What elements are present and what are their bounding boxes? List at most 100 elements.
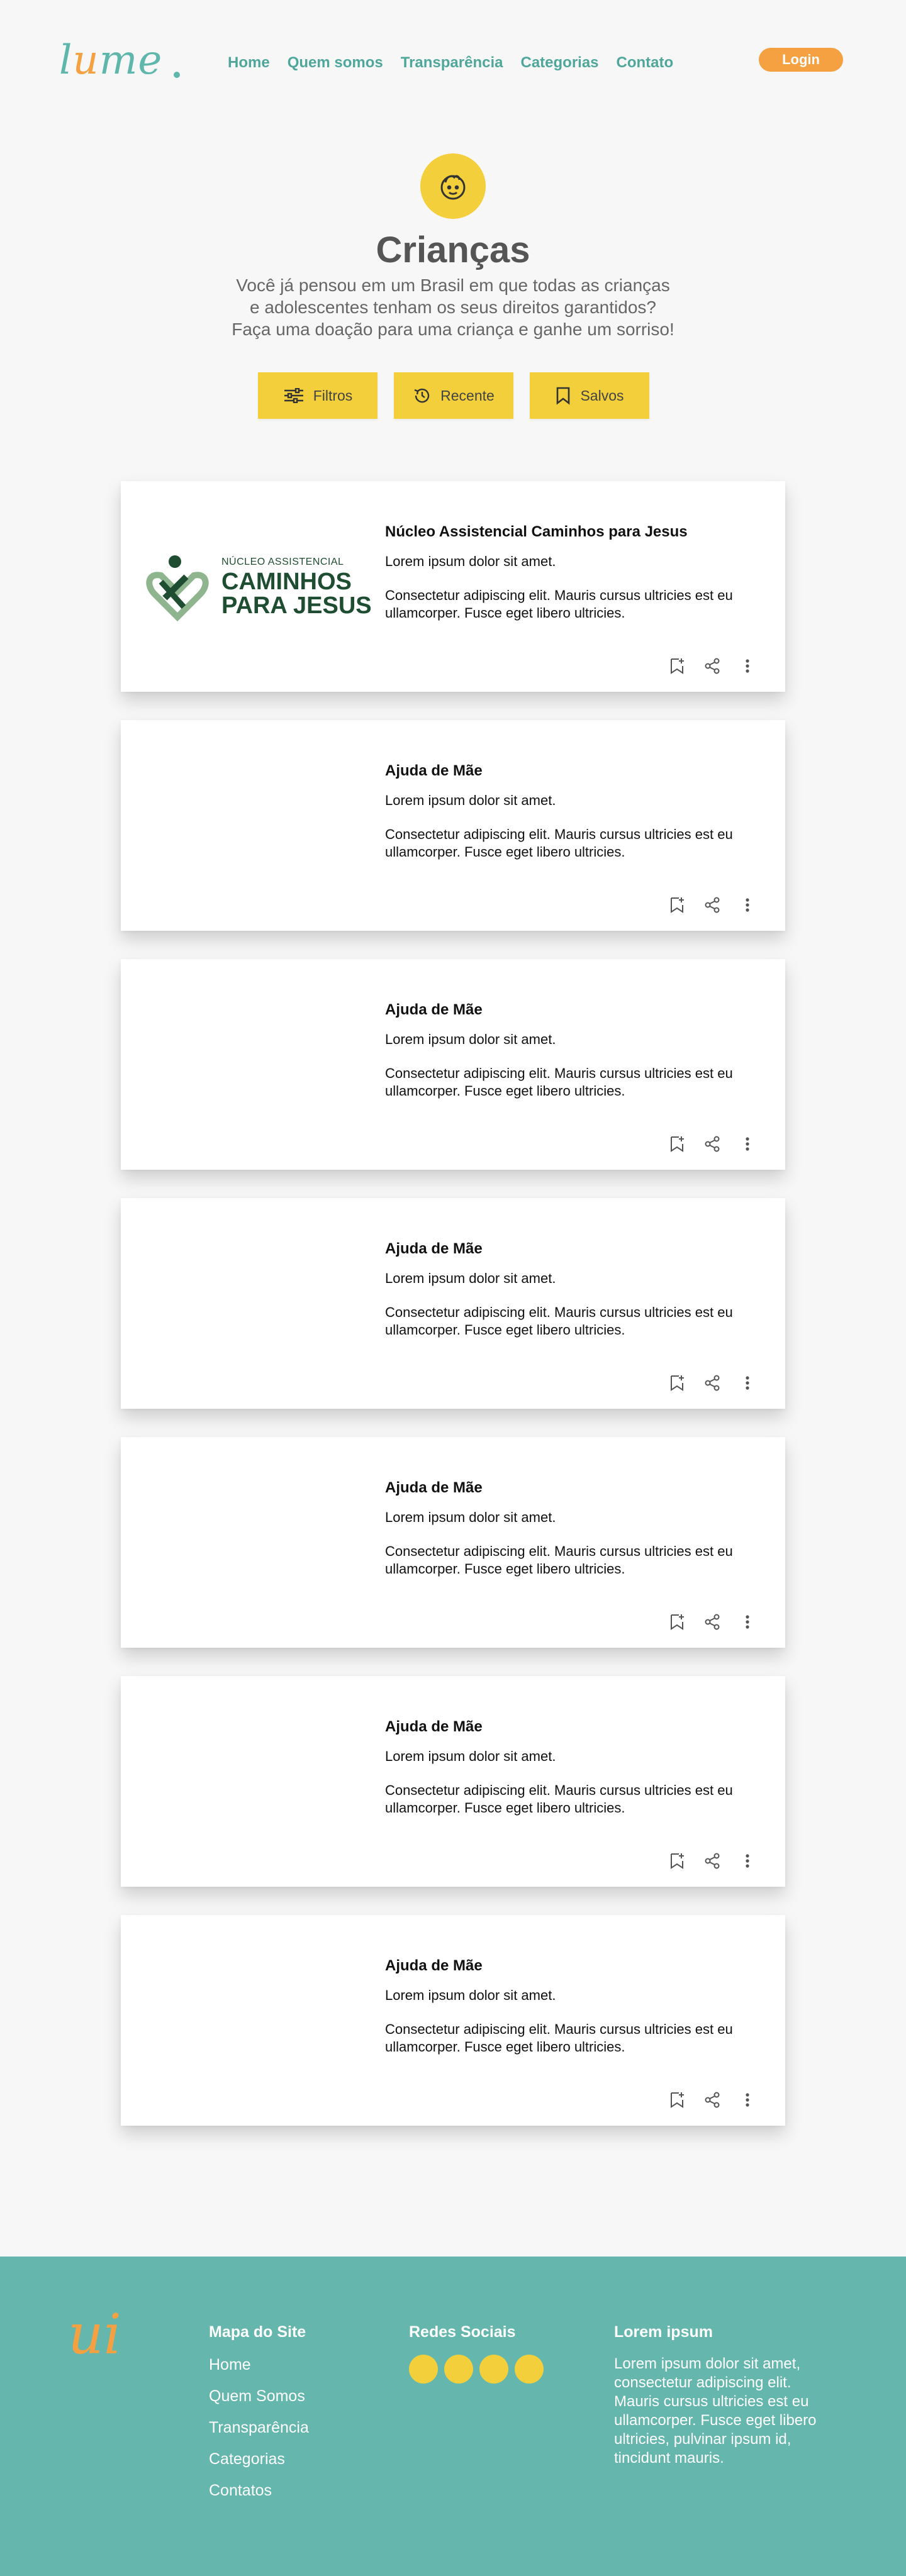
- history-icon: [414, 388, 430, 403]
- saved-button[interactable]: Salvos: [530, 372, 649, 419]
- site-logo[interactable]: lume: [59, 35, 180, 86]
- footer-link-quem-somos[interactable]: Quem Somos: [209, 2386, 309, 2406]
- social-icon-2[interactable]: [444, 2355, 473, 2384]
- nav-home[interactable]: Home: [228, 53, 270, 73]
- card-actions: [667, 1851, 758, 1871]
- organization-card[interactable]: Ajuda de Mãe Lorem ipsum dolor sit amet.…: [121, 1437, 785, 1648]
- card-description: Consectetur adipiscing elit. Mauris curs…: [385, 1543, 733, 1577]
- share-icon[interactable]: [702, 2090, 722, 2110]
- subtitle-line: e adolescentes tenham os seus direitos g…: [250, 297, 656, 317]
- filter-bar: Filtros Recente Salvos: [258, 372, 649, 419]
- more-vertical-icon[interactable]: [737, 1851, 758, 1871]
- recent-label: Recente: [440, 387, 495, 404]
- bookmark-add-icon[interactable]: [667, 1612, 687, 1632]
- recent-button[interactable]: Recente: [394, 372, 513, 419]
- more-vertical-icon[interactable]: [737, 1612, 758, 1632]
- footer-logo[interactable]: ui: [68, 2304, 121, 2365]
- site-header: lume Home Quem somos Transparência Categ…: [0, 0, 906, 126]
- site-footer: ui Mapa do Site Home Quem Somos Transpar…: [0, 2257, 906, 2576]
- card-title[interactable]: Ajuda de Mãe: [385, 1240, 483, 1258]
- more-vertical-icon[interactable]: [737, 2090, 758, 2110]
- child-face-icon: [420, 153, 486, 219]
- footer-link-contatos[interactable]: Contatos: [209, 2480, 309, 2501]
- more-vertical-icon[interactable]: [737, 895, 758, 915]
- logo-line-big: PARA JESUS: [221, 592, 372, 619]
- bookmark-add-icon[interactable]: [667, 656, 687, 676]
- card-actions: [667, 656, 758, 676]
- nav-categorias[interactable]: Categorias: [520, 53, 598, 73]
- share-icon[interactable]: [702, 1851, 722, 1871]
- nav-transparencia[interactable]: Transparência: [401, 53, 503, 73]
- footer-about: Lorem ipsum Lorem ipsum dolor sit amet, …: [614, 2322, 841, 2468]
- login-button[interactable]: Login: [759, 48, 843, 72]
- card-title[interactable]: Núcleo Assistencial Caminhos para Jesus: [385, 523, 688, 541]
- card-subtitle: Lorem ipsum dolor sit amet.: [385, 1270, 556, 1286]
- card-subtitle: Lorem ipsum dolor sit amet.: [385, 553, 556, 569]
- organization-card[interactable]: NÚCLEO ASSISTENCIAL CAMINHOS PARA JESUS …: [121, 481, 785, 692]
- sliders-icon: [284, 388, 303, 403]
- card-actions: [667, 1612, 758, 1632]
- bookmark-add-icon[interactable]: [667, 1851, 687, 1871]
- social-icon-4[interactable]: [515, 2355, 544, 2384]
- card-actions: [667, 2090, 758, 2110]
- organization-card[interactable]: Ajuda de Mãe Lorem ipsum dolor sit amet.…: [121, 1198, 785, 1409]
- page-title: Crianças: [376, 230, 530, 270]
- organization-card[interactable]: Ajuda de Mãe Lorem ipsum dolor sit amet.…: [121, 720, 785, 931]
- logo-wordmark: lume: [59, 37, 163, 84]
- card-subtitle: Lorem ipsum dolor sit amet.: [385, 1031, 556, 1047]
- social-title: Redes Sociais: [409, 2323, 516, 2341]
- card-title[interactable]: Ajuda de Mãe: [385, 1479, 483, 1497]
- footer-link-transparencia[interactable]: Transparência: [209, 2418, 309, 2438]
- card-subtitle: Lorem ipsum dolor sit amet.: [385, 792, 556, 808]
- social-icons: [409, 2355, 544, 2384]
- card-description: Consectetur adipiscing elit. Mauris curs…: [385, 2021, 733, 2055]
- bookmark-add-icon[interactable]: [667, 895, 687, 915]
- card-subtitle: Lorem ipsum dolor sit amet.: [385, 1987, 556, 2003]
- footer-social: Redes Sociais: [409, 2322, 544, 2384]
- card-description: Consectetur adipiscing elit. Mauris curs…: [385, 826, 733, 860]
- card-subtitle: Lorem ipsum dolor sit amet.: [385, 1509, 556, 1525]
- footer-link-home[interactable]: Home: [209, 2355, 309, 2375]
- nav-contato[interactable]: Contato: [617, 53, 674, 73]
- share-icon[interactable]: [702, 656, 722, 676]
- card-actions: [667, 1373, 758, 1393]
- share-icon[interactable]: [702, 1373, 722, 1393]
- about-title: Lorem ipsum: [614, 2323, 713, 2341]
- nav-quem-somos[interactable]: Quem somos: [288, 53, 383, 73]
- saved-label: Salvos: [580, 387, 624, 404]
- subtitle-line: Faça uma doação para uma criança e ganhe…: [232, 319, 674, 339]
- more-vertical-icon[interactable]: [737, 1373, 758, 1393]
- card-title[interactable]: Ajuda de Mãe: [385, 762, 483, 780]
- bookmark-add-icon[interactable]: [667, 1134, 687, 1154]
- main-nav: Home Quem somos Transparência Categorias…: [228, 53, 673, 73]
- more-vertical-icon[interactable]: [737, 656, 758, 676]
- social-icon-1[interactable]: [409, 2355, 438, 2384]
- logo-line-small: NÚCLEO ASSISTENCIAL: [221, 557, 344, 567]
- card-description: Consectetur adipiscing elit. Mauris curs…: [385, 1065, 733, 1099]
- logo-dot: [174, 72, 180, 78]
- organization-logo: NÚCLEO ASSISTENCIAL CAMINHOS PARA JESUS: [142, 538, 372, 632]
- share-icon[interactable]: [702, 1134, 722, 1154]
- card-title[interactable]: Ajuda de Mãe: [385, 1718, 483, 1736]
- share-icon[interactable]: [702, 895, 722, 915]
- share-icon[interactable]: [702, 1612, 722, 1632]
- filters-button[interactable]: Filtros: [258, 372, 378, 419]
- card-title[interactable]: Ajuda de Mãe: [385, 1001, 483, 1019]
- footer-link-categorias[interactable]: Categorias: [209, 2449, 309, 2469]
- organization-card[interactable]: Ajuda de Mãe Lorem ipsum dolor sit amet.…: [121, 959, 785, 1170]
- card-description: Consectetur adipiscing elit. Mauris curs…: [385, 1304, 733, 1338]
- organization-list: NÚCLEO ASSISTENCIAL CAMINHOS PARA JESUS …: [121, 481, 785, 2154]
- bookmark-add-icon[interactable]: [667, 1373, 687, 1393]
- filters-label: Filtros: [313, 387, 353, 404]
- card-description: Consectetur adipiscing elit. Mauris curs…: [385, 1782, 733, 1816]
- social-icon-3[interactable]: [479, 2355, 508, 2384]
- footer-sitemap: Mapa do Site Home Quem Somos Transparênc…: [209, 2322, 309, 2512]
- organization-card[interactable]: Ajuda de Mãe Lorem ipsum dolor sit amet.…: [121, 1915, 785, 2126]
- bookmark-add-icon[interactable]: [667, 2090, 687, 2110]
- more-vertical-icon[interactable]: [737, 1134, 758, 1154]
- card-title[interactable]: Ajuda de Mãe: [385, 1957, 483, 1975]
- organization-card[interactable]: Ajuda de Mãe Lorem ipsum dolor sit amet.…: [121, 1676, 785, 1887]
- sitemap-title: Mapa do Site: [209, 2323, 306, 2341]
- page-subtitle: Você já pensou em um Brasil em que todas…: [201, 274, 705, 340]
- card-actions: [667, 895, 758, 915]
